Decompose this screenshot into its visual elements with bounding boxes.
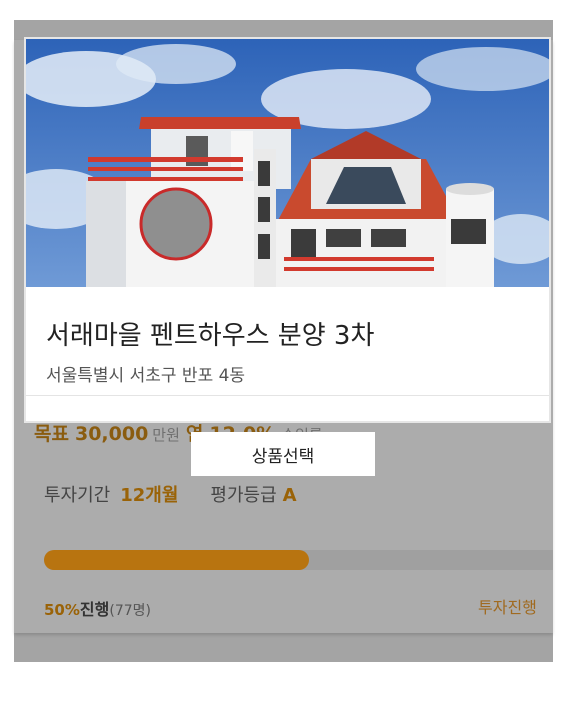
invest-status-link[interactable]: 투자진행 (478, 594, 553, 618)
progress-bar (44, 550, 553, 570)
investor-count: (77명) (109, 603, 151, 619)
period-value: 12개월 (120, 485, 179, 506)
goal-label: 목표 (34, 423, 69, 445)
progress-word: 진행 (79, 600, 110, 619)
period-label: 투자기간 (44, 485, 111, 506)
highlighted-product-card[interactable]: 서래마을 펜트하우스 분양 3차 서울특별시 서초구 반포 4동 (24, 37, 551, 423)
card-divider (26, 395, 549, 396)
progress-fill (44, 550, 309, 570)
grade-value: A (282, 485, 297, 506)
goal-amount: 30,000 (74, 423, 149, 445)
grade-label: 평가등급 (210, 485, 277, 506)
goal-unit: 만원 (152, 426, 180, 444)
house-image (26, 39, 549, 287)
period-grade-row: 투자기간 12개월 평가등급 A (44, 481, 297, 507)
progress-percent: 50% (44, 601, 80, 619)
select-product-tooltip: 상품선택 (191, 432, 375, 476)
progress-status: 50%진행(77명) (44, 596, 151, 620)
product-address: 서울특별시 서초구 반포 4동 (46, 366, 246, 386)
product-title: 서래마을 펜트하우스 분양 3차 (46, 321, 375, 351)
